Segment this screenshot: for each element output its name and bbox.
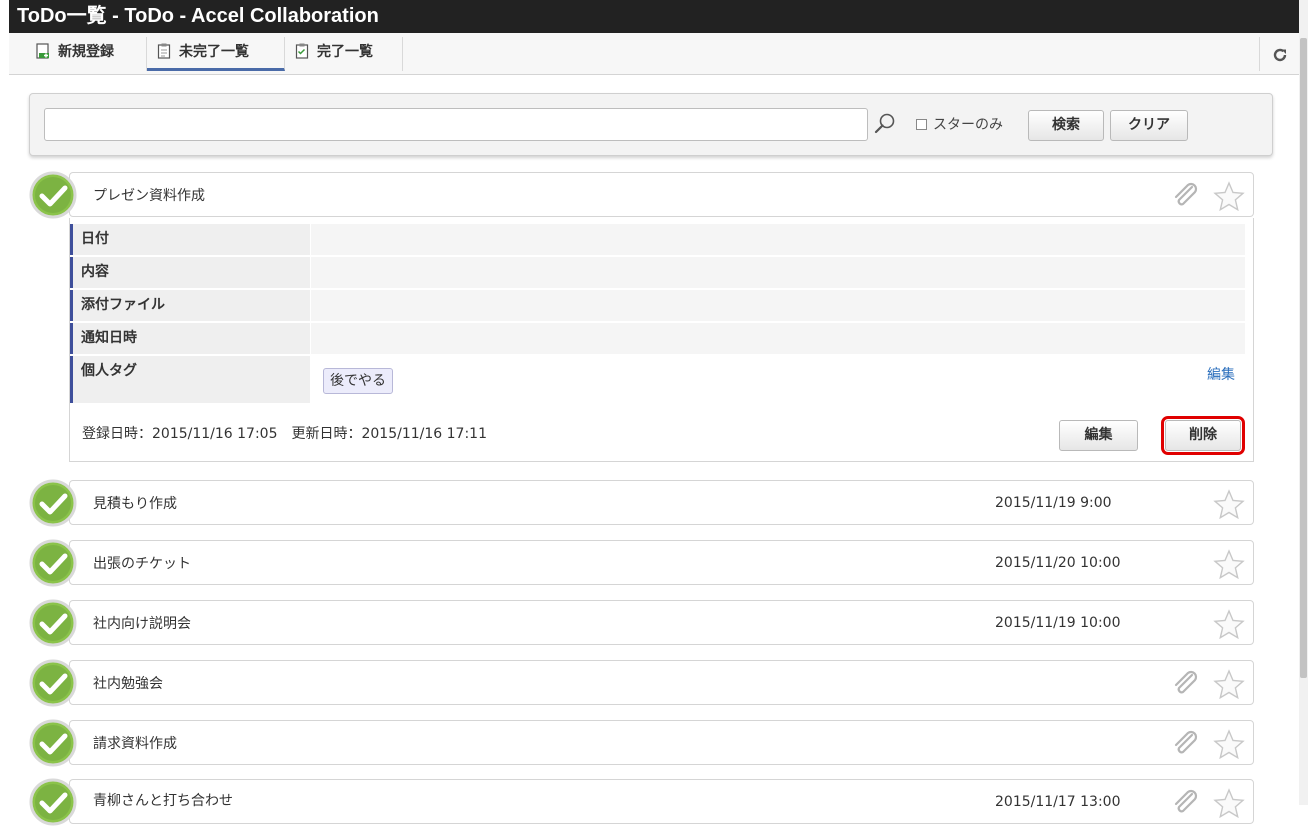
todo-window: ToDo一覧 - ToDo - Accel Collaboration 新規登録… [9, 0, 1299, 826]
detail-row-tag: 個人タグ 後でやる 編集 [70, 356, 1245, 404]
todo-item[interactable]: 青柳さんと打ち合わせ 2015/11/17 13:00 [69, 779, 1254, 824]
paperclip-icon [1174, 789, 1198, 813]
todo-date: 2015/11/17 13:00 [995, 794, 1121, 810]
search-input[interactable] [44, 108, 868, 141]
new-document-icon [36, 43, 49, 59]
todo-date: 2015/11/20 10:00 [995, 555, 1121, 571]
todo-item[interactable]: 見積もり作成 2015/11/19 9:00 [69, 480, 1254, 525]
star-only-filter[interactable]: スターのみ [916, 114, 1003, 136]
todo-date: 2015/11/19 10:00 [995, 615, 1121, 631]
clear-button[interactable]: クリア [1110, 110, 1188, 141]
detail-value [311, 323, 1245, 354]
todo-item[interactable]: 請求資料作成 [69, 720, 1254, 765]
todo-title: 社内勉強会 [93, 676, 163, 692]
todo-detail-panel: 日付 内容 添付ファイル 通知日時 個人タグ 後でやる 編集 登録日時：2015… [69, 218, 1254, 462]
delete-button[interactable]: 削除 [1161, 416, 1245, 455]
reload-icon [1273, 48, 1286, 62]
tab-incomplete-list[interactable]: 未完了一覧 [147, 37, 285, 71]
complete-check-icon[interactable] [29, 659, 77, 707]
reload-button[interactable] [1259, 37, 1299, 71]
star-only-label: スターのみ [933, 117, 1003, 133]
detail-tag-cell: 後でやる 編集 [311, 356, 1245, 403]
detail-label: 通知日時 [70, 323, 310, 354]
todo-item[interactable]: 出張のチケット 2015/11/20 10:00 [69, 540, 1254, 585]
star-icon[interactable] [1213, 669, 1245, 699]
search-panel: スターのみ 検索 クリア [29, 93, 1273, 156]
star-icon[interactable] [1213, 549, 1245, 579]
detail-row-content: 内容 [70, 257, 1245, 289]
todo-title: 青柳さんと打ち合わせ [93, 793, 233, 809]
detail-row-notify: 通知日時 [70, 323, 1245, 355]
complete-check-icon[interactable] [29, 778, 77, 826]
detail-label: 内容 [70, 257, 310, 288]
star-only-checkbox[interactable] [916, 119, 927, 130]
complete-check-icon[interactable] [29, 171, 77, 219]
detail-value [311, 224, 1245, 255]
paperclip-icon [1174, 670, 1198, 694]
todo-title: プレゼン資料作成 [93, 188, 205, 204]
detail-value [311, 257, 1245, 288]
todo-title: 社内向け説明会 [93, 616, 191, 632]
star-icon[interactable] [1213, 181, 1245, 211]
tab-bar: 新規登録 未完了一覧 完了一覧 [9, 33, 1299, 75]
personal-tag-chip[interactable]: 後でやる [323, 368, 393, 394]
detail-row-date: 日付 [70, 224, 1245, 256]
clipboard-icon [157, 43, 171, 59]
checklist-icon [295, 43, 309, 59]
star-icon[interactable] [1213, 729, 1245, 759]
todo-item[interactable]: 社内向け説明会 2015/11/19 10:00 [69, 600, 1254, 645]
todo-title: 出張のチケット [93, 556, 191, 572]
edit-button[interactable]: 編集 [1059, 420, 1138, 451]
star-icon[interactable] [1213, 609, 1245, 639]
complete-check-icon[interactable] [29, 719, 77, 767]
todo-date: 2015/11/19 9:00 [995, 495, 1112, 511]
paperclip-icon [1174, 182, 1198, 206]
todo-item-expanded[interactable]: プレゼン資料作成 [69, 172, 1254, 217]
todo-title: 見積もり作成 [93, 496, 177, 512]
search-icon[interactable] [872, 111, 898, 137]
timestamps-text: 登録日時：2015/11/16 17:05 更新日時：2015/11/16 17… [82, 426, 487, 442]
scrollbar-thumb[interactable] [1300, 38, 1307, 678]
detail-row-attachment: 添付ファイル [70, 290, 1245, 322]
tab-label: 完了一覧 [317, 44, 373, 60]
tab-label: 新規登録 [58, 44, 114, 60]
search-button[interactable]: 検索 [1028, 110, 1104, 141]
tab-new-entry[interactable]: 新規登録 [26, 37, 147, 71]
detail-label: 個人タグ [70, 356, 310, 403]
complete-check-icon[interactable] [29, 539, 77, 587]
todo-item[interactable]: 社内勉強会 [69, 660, 1254, 705]
detail-label: 日付 [70, 224, 310, 255]
paperclip-icon [1174, 730, 1198, 754]
todo-title: 請求資料作成 [93, 736, 177, 752]
detail-label: 添付ファイル [70, 290, 310, 321]
detail-value [311, 290, 1245, 321]
star-icon[interactable] [1213, 788, 1245, 818]
vertical-scrollbar[interactable] [1299, 0, 1308, 805]
window-title: ToDo一覧 - ToDo - Accel Collaboration [9, 0, 1299, 33]
tab-label: 未完了一覧 [179, 44, 249, 60]
left-gutter [0, 0, 9, 805]
complete-check-icon[interactable] [29, 599, 77, 647]
star-icon[interactable] [1213, 489, 1245, 519]
tab-complete-list[interactable]: 完了一覧 [285, 37, 403, 71]
complete-check-icon[interactable] [29, 479, 77, 527]
tag-edit-link[interactable]: 編集 [1207, 364, 1235, 384]
